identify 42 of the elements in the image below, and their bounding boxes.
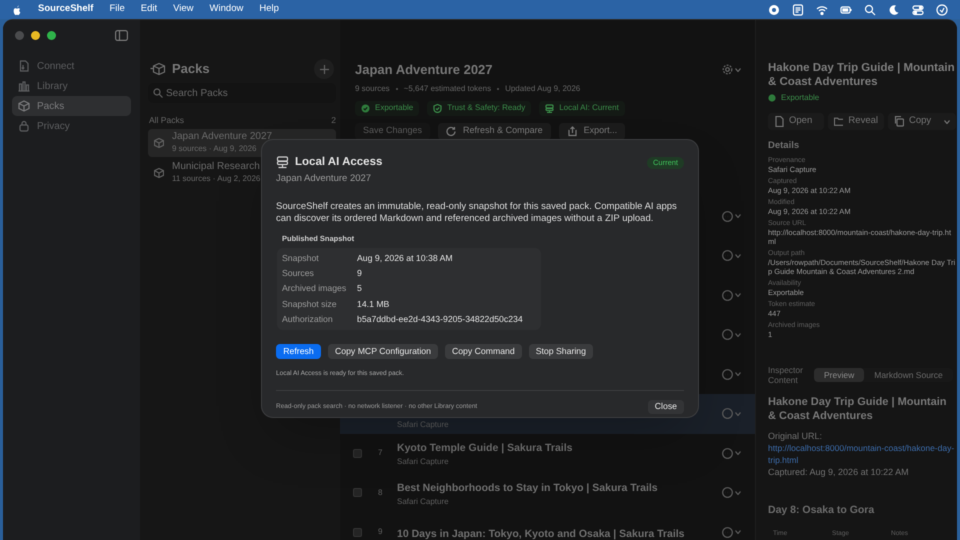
section-heading: Details — [768, 139, 800, 153]
snapshot-value: b5a7ddbd-ee2d-4343-9205-34822d50c234 — [357, 313, 523, 326]
snapshot-value: 5 — [357, 282, 362, 296]
pack-meta: 9 sources — [355, 82, 390, 94]
status-badge: Trust & Safety: Ready — [427, 100, 532, 116]
snapshot-label: Snapshot — [282, 252, 320, 265]
section-heading: All Packs — [149, 114, 184, 126]
snapshot-label: Sources — [282, 267, 315, 280]
preview-heading: Day 8: Osaka to Gora — [768, 503, 876, 518]
row-number: 9 — [378, 526, 384, 538]
pack-count: 2 — [331, 114, 336, 126]
snapshot-value: Aug 9, 2026 at 10:38 AM — [357, 252, 453, 265]
pack-meta: ~5,647 estimated tokens — [404, 82, 492, 94]
source-provenance: Safari Capture — [397, 456, 450, 468]
snapshot-label: Authorization — [282, 313, 334, 326]
pack-name: Municipal Research — [172, 161, 260, 173]
pack-title: Japan Adventure 2027 — [355, 61, 493, 79]
status-label: Exportable — [768, 92, 956, 104]
row-number: 8 — [378, 486, 384, 499]
content-label: Inspector Content — [768, 365, 804, 386]
pack-name: Japan Adventure 2027 — [172, 131, 272, 143]
pack-meta: 11 sources · Aug 2, 2026 — [172, 173, 260, 185]
source-provenance: Safari Capture — [397, 419, 449, 432]
snapshot-value: 14.1 MB — [357, 298, 390, 311]
status-badge: Local AI: Current — [539, 100, 625, 116]
snapshot-label: Snapshot size — [282, 298, 338, 311]
pack-meta: Updated Aug 9, 2026 — [505, 82, 580, 94]
packs-title: Packs — [172, 60, 210, 78]
dialog-description: SourceShelf creates an immutable, read-only snapshot for this saved pack. Compatible AI apps can discover its ordered Markdown and referenced archived images without a ZIP upload. — [276, 200, 678, 224]
source-title: Best Neighborhoods to Stay in Tokyo | Sakura Trails — [397, 482, 658, 495]
source-title: Kyoto Temple Guide | Sakura Trails — [397, 442, 572, 456]
preview-title: Hakone Day Trip Guide | Mountain & Coast Adventures — [768, 395, 948, 424]
captured-text: Captured: Aug 9, 2026 at 10:22 AM — [768, 466, 910, 480]
inspector-title: Hakone Day Trip Guide | Mountain & Coast Adventures — [768, 61, 956, 89]
source-provenance: Safari Capture — [397, 496, 450, 508]
source-title: 10 Days in Japan: Tokyo, Kyoto and Osaka | Sakura Trails — [397, 528, 685, 540]
pack-meta: 9 sources · Aug 9, 2026 — [172, 143, 258, 155]
url-label: Original URL: — [768, 430, 824, 442]
row-number: 7 — [378, 447, 384, 460]
status-badge: Exportable — [355, 100, 420, 116]
snapshot-label: Archived images — [282, 282, 348, 296]
snapshot-value: 9 — [357, 267, 362, 280]
